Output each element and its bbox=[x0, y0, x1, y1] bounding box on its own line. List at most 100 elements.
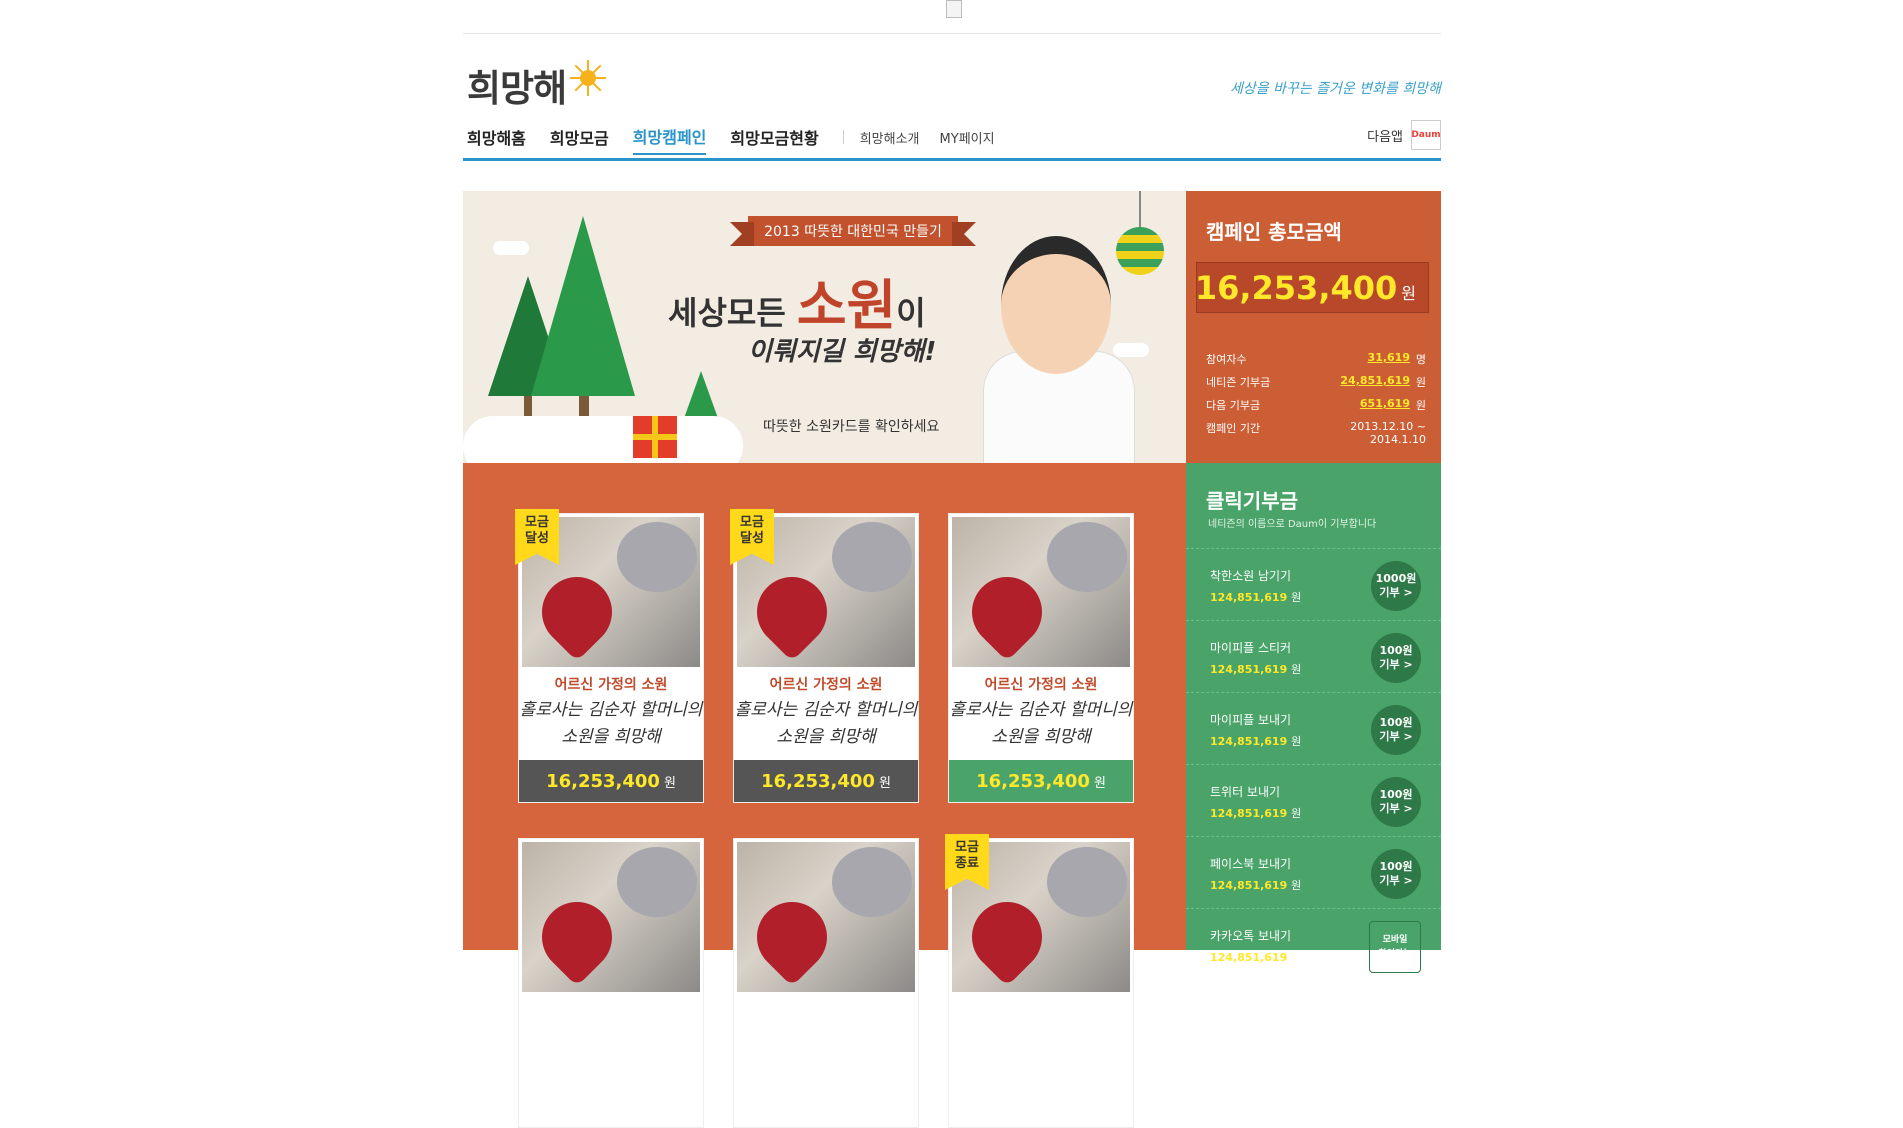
sun-icon bbox=[570, 60, 607, 96]
banner-headline: 세상모든 소원이 bbox=[668, 261, 926, 340]
broken-image-icon bbox=[946, 0, 962, 18]
child-illustration bbox=[983, 236, 1135, 463]
nav-separator bbox=[842, 130, 844, 144]
stat-value[interactable]: 24,851,619 bbox=[1296, 374, 1410, 390]
wish-photo bbox=[952, 517, 1130, 667]
wish-unit: 원 bbox=[1093, 775, 1106, 791]
stat-value: 2013.12.10 ~ 2014.1.10 bbox=[1350, 420, 1426, 446]
donate-button[interactable]: 1000원 기부 > bbox=[1371, 561, 1421, 611]
click-row: 마이피플 스티커 124,851,619 원 100원 기부 > bbox=[1186, 620, 1441, 691]
daum-app-icon: Daum bbox=[1411, 120, 1441, 150]
cloud bbox=[493, 241, 529, 255]
stat-label: 네티즌 기부금 bbox=[1206, 376, 1271, 389]
campaign-banner[interactable]: 2013 따뜻한 대한민국 만들기 세상모든 소원이 이뤄지길 희망해! 따뜻한… bbox=[463, 191, 1186, 463]
total-title: 캠페인 총모금액 bbox=[1206, 220, 1342, 244]
total-amount-panel: 캠페인 총모금액 16,253,400 원 참여자수 31,619 명 네티즌 … bbox=[1186, 191, 1441, 463]
wish-title: 홀로사는 김순자 할머니의 소원을 희망해 bbox=[734, 700, 918, 747]
click-row: 착한소원 남기기 124,851,619 원 1000원 기부 > bbox=[1186, 548, 1441, 619]
app-label: 다음앱 bbox=[1367, 129, 1403, 145]
wish-amount-bar: 16,253,400 원 bbox=[949, 760, 1133, 802]
wish-card-grid: 어르신 가정의 소원 홀로사는 김순자 할머니의 소원을 희망해 16,253,4… bbox=[463, 463, 1186, 1128]
wish-card[interactable] bbox=[518, 838, 704, 1128]
click-row-name: 마이피플 스티커 bbox=[1210, 641, 1292, 655]
daum-app-link[interactable]: 다음앱 Daum bbox=[1367, 120, 1441, 150]
donate-button[interactable]: 100원 기부 > bbox=[1371, 849, 1421, 899]
stat-label: 참여자수 bbox=[1206, 353, 1247, 366]
donate-button[interactable]: 100원 기부 > bbox=[1371, 705, 1421, 755]
click-donation-panel: 클릭기부금 네티즌의 이름으로 Daum이 기부합니다 착한소원 남기기 124… bbox=[1186, 463, 1441, 973]
wish-amount: 16,253,400 bbox=[546, 770, 660, 792]
click-row-value: 124,851,619 원 bbox=[1210, 591, 1302, 604]
wish-photo bbox=[737, 842, 915, 992]
click-row-name: 페이스북 보내기 bbox=[1210, 857, 1292, 871]
total-unit: 원 bbox=[1401, 283, 1416, 303]
click-row: 카카오톡 보내기 124,851,619 원 모바일 참여가능 bbox=[1186, 908, 1441, 979]
wish-amount: 16,253,400 bbox=[761, 770, 875, 792]
headline-part: 세상모든 bbox=[668, 294, 797, 332]
wish-category: 어르신 가정의 소원 bbox=[769, 677, 883, 693]
banner-subheadline: 이뤄지길 희망해! bbox=[748, 337, 937, 367]
logo-text: 희망해 bbox=[467, 67, 567, 110]
nav-mypage[interactable]: MY페이지 bbox=[940, 128, 995, 152]
gift-icon bbox=[633, 416, 677, 458]
headline-emphasis: 소원 bbox=[796, 274, 897, 337]
headline-part: 이 bbox=[896, 294, 926, 332]
mobile-only-button[interactable]: 모바일 참여가능 bbox=[1369, 921, 1421, 973]
nav-underline bbox=[463, 158, 1441, 161]
wish-unit: 원 bbox=[878, 775, 891, 791]
total-amount: 16,253,400 bbox=[1194, 268, 1398, 307]
stat-unit: 명 bbox=[1415, 353, 1426, 366]
click-row-name: 카카오톡 보내기 bbox=[1210, 929, 1292, 943]
click-row-name: 착한소원 남기기 bbox=[1210, 569, 1292, 583]
wish-photo bbox=[522, 842, 700, 992]
wish-unit: 원 bbox=[663, 775, 676, 791]
stat-participants: 참여자수 31,619 명 bbox=[1206, 351, 1426, 367]
wish-amount-bar: 16,253,400 원 bbox=[519, 760, 703, 802]
nav-home[interactable]: 희망해홈 bbox=[467, 125, 526, 154]
stat-unit: 원 bbox=[1415, 376, 1426, 389]
wish-amount-bar: 16,253,400 원 bbox=[734, 760, 918, 802]
ornament-string bbox=[1139, 191, 1141, 231]
click-row-value: 124,851,619 원 bbox=[1210, 807, 1302, 820]
stat-label: 다음 기부금 bbox=[1206, 399, 1261, 412]
stat-unit: 원 bbox=[1415, 399, 1426, 412]
nav-campaign[interactable]: 희망캠페인 bbox=[632, 124, 707, 155]
stat-daum: 다음 기부금 651,619 원 bbox=[1206, 397, 1426, 413]
main-nav: 희망해홈 희망모금 희망캠페인 희망모금현황 희망해소개 MY페이지 bbox=[467, 124, 1015, 155]
click-row-name: 마이피플 보내기 bbox=[1210, 713, 1292, 727]
wish-title: 홀로사는 김순자 할머니의 소원을 희망해 bbox=[949, 700, 1133, 747]
click-row-value: 124,851,619 원 bbox=[1210, 951, 1302, 964]
wish-card[interactable]: 어르신 가정의 소원 홀로사는 김순자 할머니의 소원을 희망해 16,253,4… bbox=[948, 513, 1134, 803]
wish-amount: 16,253,400 bbox=[976, 770, 1090, 792]
click-title: 클릭기부금 bbox=[1206, 489, 1298, 513]
nav-fundraising[interactable]: 희망모금 bbox=[550, 125, 609, 154]
click-row-value: 124,851,619 원 bbox=[1210, 879, 1302, 892]
nav-about[interactable]: 희망해소개 bbox=[860, 128, 920, 152]
click-subtitle: 네티즌의 이름으로 Daum이 기부합니다 bbox=[1208, 519, 1377, 530]
top-divider bbox=[463, 33, 1441, 34]
wish-category: 어르신 가정의 소원 bbox=[554, 677, 668, 693]
site-logo[interactable]: 희망해 bbox=[467, 58, 607, 112]
stat-label: 캠페인 기간 bbox=[1206, 422, 1261, 435]
slogan: 세상을 바꾸는 즐거운 변화를 희망해 bbox=[1230, 81, 1441, 97]
total-amount-box: 16,253,400 원 bbox=[1194, 262, 1429, 313]
nav-status[interactable]: 희망모금현황 bbox=[730, 125, 818, 154]
click-row: 트위터 보내기 124,851,619 원 100원 기부 > bbox=[1186, 764, 1441, 835]
donate-button[interactable]: 100원 기부 > bbox=[1371, 633, 1421, 683]
wish-card[interactable] bbox=[733, 838, 919, 1128]
stat-value[interactable]: 651,619 bbox=[1296, 397, 1410, 413]
click-row: 페이스북 보내기 124,851,619 원 100원 기부 > bbox=[1186, 836, 1441, 907]
wish-title: 홀로사는 김순자 할머니의 소원을 희망해 bbox=[519, 700, 703, 747]
stat-netizen: 네티즌 기부금 24,851,619 원 bbox=[1206, 374, 1426, 390]
stat-period: 캠페인 기간 2013.12.10 ~ 2014.1.10 bbox=[1206, 420, 1426, 446]
snow-cloud bbox=[463, 416, 743, 463]
click-row-name: 트위터 보내기 bbox=[1210, 785, 1281, 799]
donate-button[interactable]: 100원 기부 > bbox=[1371, 777, 1421, 827]
wish-category: 어르신 가정의 소원 bbox=[984, 677, 1098, 693]
banner-caption: 따뜻한 소원카드를 확인하세요 bbox=[763, 419, 940, 435]
click-row-value: 124,851,619 원 bbox=[1210, 663, 1302, 676]
banner-ribbon: 2013 따뜻한 대한민국 만들기 bbox=[730, 216, 976, 246]
stat-value[interactable]: 31,619 bbox=[1296, 351, 1410, 367]
click-row-value: 124,851,619 원 bbox=[1210, 735, 1302, 748]
tree-icon bbox=[531, 216, 635, 396]
